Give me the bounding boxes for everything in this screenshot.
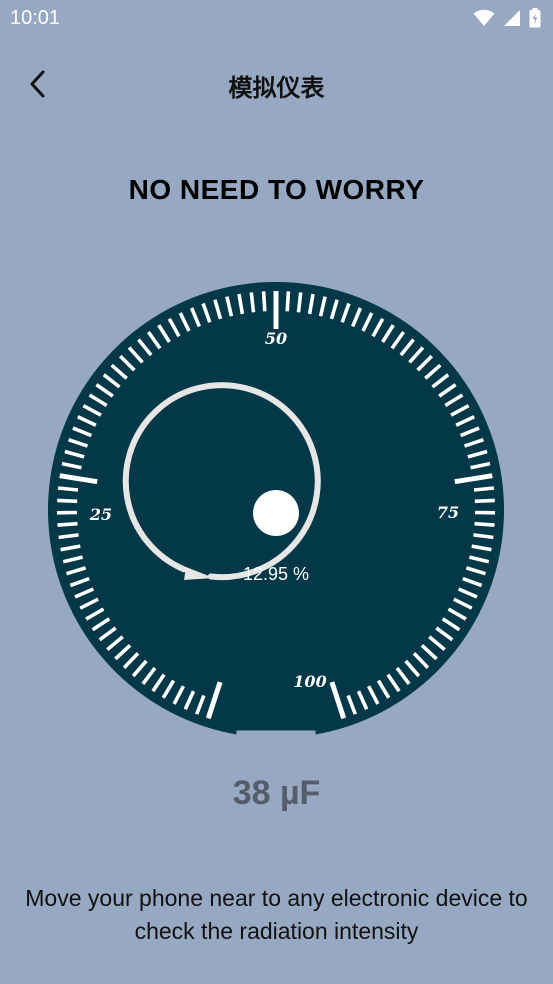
gauge-percent-text: 12.95 % [243,564,309,584]
gauge-minor-tick [249,292,256,313]
gauge-center-hub [253,490,299,536]
gauge-minor-tick [261,291,267,312]
page-title: 模拟仪表 [228,74,325,102]
wifi-icon [473,9,495,26]
status-icons [473,8,541,28]
gauge-svg: 25 50 75 100 12.95 % [48,282,504,735]
gauge-minor-tick [474,498,495,504]
gauge-minor-tick [57,498,78,504]
gauge-minor-tick [473,486,495,492]
gauge-minor-tick [474,521,495,527]
cellular-signal-icon [504,10,520,26]
gauge-minor-tick [285,291,291,312]
gauge-minor-tick [58,533,79,540]
reading-value: 38 µF [232,774,321,812]
gauge-label-25: 25 [89,505,112,524]
status-time: 10:01 [10,7,61,29]
hint-text: Move your phone near to any electronic d… [25,885,528,944]
gauge-label-50: 50 [265,329,287,348]
status-heading: NO NEED TO WORRY [128,174,425,205]
gauge-minor-tick [296,292,303,313]
status-bar: 10:01 [0,0,553,38]
gauge-label-100: 100 [293,672,326,691]
analog-gauge: 25 50 75 100 12.95 % [48,282,504,738]
gauge-minor-tick [57,486,79,492]
gauge-label-75: 75 [437,503,459,522]
gauge-minor-tick [57,521,78,527]
battery-charging-icon [529,8,541,28]
top-app-bar: 模拟仪表 [0,60,553,108]
gauge-minor-tick [473,533,494,540]
